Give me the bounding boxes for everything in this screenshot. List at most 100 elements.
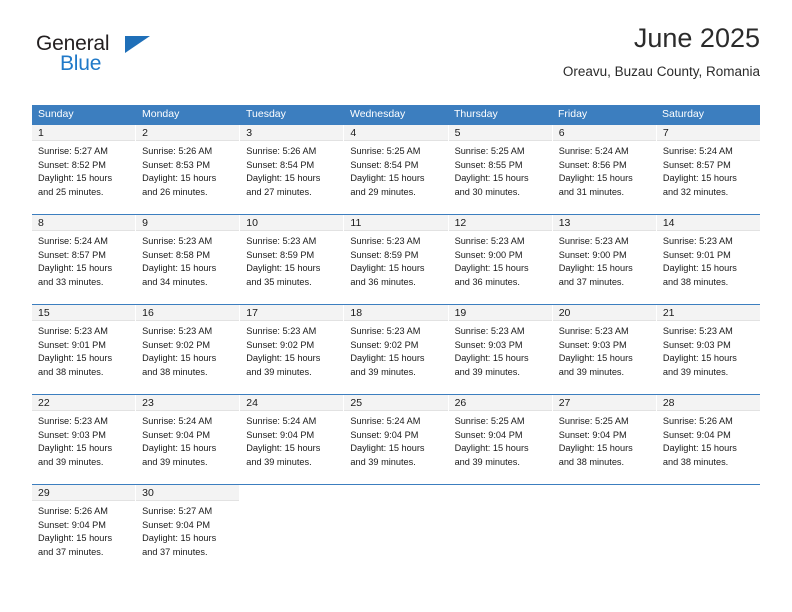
day-number: 9 — [136, 215, 240, 231]
day-number: 13 — [552, 215, 656, 231]
sunset-text: Sunset: 9:04 PM — [454, 429, 523, 440]
calendar-day-cell[interactable]: 2 Sunrise: 5:26 AM Sunset: 8:53 PM Daylight… — [136, 125, 241, 214]
calendar-day-cell[interactable]: 29 Sunrise: 5:26 AM Sunset: 9:04 PM Dayligh… — [32, 485, 137, 568]
daylight-text-line2: and 30 minutes. — [454, 186, 520, 197]
calendar-day-cell[interactable]: 5 Sunrise: 5:25 AM Sunset: 8:55 PM Daylight… — [448, 125, 553, 214]
calendar-week-row: 22 Sunrise: 5:23 AM Sunset: 9:03 PM Dayligh… — [32, 394, 760, 484]
daylight-text-line2: and 39 minutes. — [454, 456, 520, 467]
calendar-day-cell[interactable]: 3 Sunrise: 5:26 AM Sunset: 8:54 PM Daylight… — [240, 125, 345, 214]
day-number — [448, 485, 552, 501]
day-info: Sunrise: 5:25 AM Sunset: 9:04 PM Daylight:… — [449, 411, 552, 469]
sunset-text: Sunset: 9:03 PM — [558, 339, 627, 350]
weeks-container: 1 Sunrise: 5:27 AM Sunset: 8:52 PM Daylight… — [32, 124, 760, 568]
calendar-day-cell[interactable]: 6 Sunrise: 5:24 AM Sunset: 8:56 PM Daylight… — [552, 125, 657, 214]
calendar-day-cell[interactable]: 21 Sunrise: 5:23 AM Sunset: 9:03 PM Dayligh… — [656, 305, 760, 394]
calendar-day-cell-empty — [656, 485, 760, 568]
day-number: 3 — [240, 125, 344, 141]
daylight-text-line1: Daylight: 15 hours — [246, 443, 321, 454]
calendar-day-cell[interactable]: 19 Sunrise: 5:23 AM Sunset: 9:03 PM Dayligh… — [448, 305, 553, 394]
daylight-text-line2: and 39 minutes. — [142, 456, 208, 467]
daylight-text-line1: Daylight: 15 hours — [246, 353, 321, 364]
page-subtitle: Oreavu, Buzau County, Romania — [562, 63, 760, 79]
sunset-text: Sunset: 9:04 PM — [246, 429, 315, 440]
sunset-text: Sunset: 9:03 PM — [662, 339, 731, 350]
day-number: 26 — [448, 395, 552, 411]
day-number: 14 — [656, 215, 760, 231]
calendar-day-cell-empty — [552, 485, 657, 568]
daylight-text-line2: and 32 minutes. — [662, 186, 729, 197]
day-info: Sunrise: 5:23 AM Sunset: 9:02 PM Daylight:… — [240, 321, 343, 379]
sunrise-text: Sunrise: 5:24 AM — [38, 236, 108, 246]
sunset-text: Sunset: 8:54 PM — [350, 159, 419, 170]
calendar-day-cell[interactable]: 15 Sunrise: 5:23 AM Sunset: 9:01 PM Dayligh… — [32, 305, 137, 394]
calendar-day-cell[interactable]: 23 Sunrise: 5:24 AM Sunset: 9:04 PM Dayligh… — [136, 395, 241, 484]
daylight-text-line1: Daylight: 15 hours — [142, 353, 217, 364]
calendar-day-cell[interactable]: 11 Sunrise: 5:23 AM Sunset: 8:59 PM Dayligh… — [344, 215, 449, 304]
calendar-day-cell[interactable]: 16 Sunrise: 5:23 AM Sunset: 9:02 PM Dayligh… — [136, 305, 241, 394]
sunset-text: Sunset: 8:55 PM — [454, 159, 523, 170]
day-number: 5 — [448, 125, 552, 141]
generalblue-logo: General Blue — [32, 32, 232, 84]
calendar-day-cell[interactable]: 28 Sunrise: 5:26 AM Sunset: 9:04 PM Dayligh… — [656, 395, 760, 484]
sunset-text: Sunset: 9:01 PM — [662, 249, 731, 260]
calendar-day-cell[interactable]: 30 Sunrise: 5:27 AM Sunset: 9:04 PM Dayligh… — [136, 485, 241, 568]
weekday-friday: Friday — [558, 108, 588, 120]
sunset-text: Sunset: 9:04 PM — [142, 429, 211, 440]
day-number: 17 — [240, 305, 344, 321]
daylight-text-line2: and 35 minutes. — [246, 276, 312, 287]
daylight-text-line1: Daylight: 15 hours — [454, 263, 529, 274]
sunrise-text: Sunrise: 5:25 AM — [454, 146, 525, 156]
daylight-text-line2: and 37 minutes. — [142, 546, 208, 557]
calendar-day-cell[interactable]: 27 Sunrise: 5:25 AM Sunset: 9:04 PM Dayligh… — [552, 395, 657, 484]
daylight-text-line2: and 36 minutes. — [454, 276, 520, 287]
calendar-day-cell[interactable]: 25 Sunrise: 5:24 AM Sunset: 9:04 PM Dayligh… — [344, 395, 449, 484]
daylight-text-line1: Daylight: 15 hours — [558, 173, 633, 184]
day-number: 8 — [32, 215, 136, 231]
calendar-day-cell-empty — [240, 485, 345, 568]
calendar-day-cell[interactable]: 4 Sunrise: 5:25 AM Sunset: 8:54 PM Daylight… — [344, 125, 449, 214]
sunrise-text: Sunrise: 5:24 AM — [350, 416, 421, 426]
daylight-text-line1: Daylight: 15 hours — [142, 173, 217, 184]
daylight-text-line1: Daylight: 15 hours — [38, 443, 113, 454]
calendar-day-cell[interactable]: 18 Sunrise: 5:23 AM Sunset: 9:02 PM Dayligh… — [344, 305, 449, 394]
daylight-text-line2: and 39 minutes. — [38, 456, 104, 467]
calendar-week-row: 8 Sunrise: 5:24 AM Sunset: 8:57 PM Daylight… — [32, 214, 760, 304]
sunset-text: Sunset: 9:02 PM — [142, 339, 211, 350]
daylight-text-line1: Daylight: 15 hours — [38, 353, 113, 364]
daylight-text-line1: Daylight: 15 hours — [662, 443, 737, 454]
weekday-monday: Monday — [142, 108, 180, 120]
weekday-wednesday: Wednesday — [350, 108, 406, 120]
day-info: Sunrise: 5:25 AM Sunset: 8:54 PM Daylight:… — [344, 141, 447, 199]
daylight-text-line2: and 39 minutes. — [350, 366, 416, 377]
daylight-text-line2: and 39 minutes. — [246, 366, 312, 377]
calendar-day-cell[interactable]: 26 Sunrise: 5:25 AM Sunset: 9:04 PM Dayligh… — [448, 395, 553, 484]
day-info: Sunrise: 5:27 AM Sunset: 8:52 PM Daylight:… — [32, 141, 135, 199]
sunrise-text: Sunrise: 5:23 AM — [142, 326, 213, 336]
calendar-grid: Sunday Monday Tuesday Wednesday Thursday… — [32, 105, 760, 568]
day-number: 30 — [136, 485, 240, 501]
calendar-day-cell[interactable]: 17 Sunrise: 5:23 AM Sunset: 9:02 PM Dayligh… — [240, 305, 345, 394]
day-info: Sunrise: 5:24 AM Sunset: 8:57 PM Daylight:… — [32, 231, 135, 289]
calendar-day-cell[interactable]: 14 Sunrise: 5:23 AM Sunset: 9:01 PM Dayligh… — [656, 215, 760, 304]
daylight-text-line1: Daylight: 15 hours — [350, 353, 425, 364]
sunrise-text: Sunrise: 5:27 AM — [142, 506, 213, 516]
calendar-day-cell[interactable]: 20 Sunrise: 5:23 AM Sunset: 9:03 PM Dayligh… — [552, 305, 657, 394]
calendar-week-row: 1 Sunrise: 5:27 AM Sunset: 8:52 PM Daylight… — [32, 124, 760, 214]
day-number: 2 — [136, 125, 240, 141]
calendar-day-cell[interactable]: 24 Sunrise: 5:24 AM Sunset: 9:04 PM Dayligh… — [240, 395, 345, 484]
day-info: Sunrise: 5:26 AM Sunset: 8:54 PM Daylight:… — [240, 141, 343, 199]
calendar-day-cell[interactable]: 22 Sunrise: 5:23 AM Sunset: 9:03 PM Dayligh… — [32, 395, 137, 484]
calendar-day-cell[interactable]: 12 Sunrise: 5:23 AM Sunset: 9:00 PM Dayligh… — [448, 215, 553, 304]
calendar-day-cell[interactable]: 13 Sunrise: 5:23 AM Sunset: 9:00 PM Dayligh… — [552, 215, 657, 304]
daylight-text-line2: and 27 minutes. — [246, 186, 312, 197]
calendar-day-cell[interactable]: 7 Sunrise: 5:24 AM Sunset: 8:57 PM Daylight… — [656, 125, 760, 214]
daylight-text-line2: and 31 minutes. — [558, 186, 625, 197]
daylight-text-line1: Daylight: 15 hours — [142, 533, 217, 544]
sunset-text: Sunset: 9:03 PM — [38, 429, 106, 440]
daylight-text-line1: Daylight: 15 hours — [246, 263, 321, 274]
calendar-day-cell[interactable]: 1 Sunrise: 5:27 AM Sunset: 8:52 PM Daylight… — [32, 125, 137, 214]
calendar-day-cell[interactable]: 9 Sunrise: 5:23 AM Sunset: 8:58 PM Daylight… — [136, 215, 241, 304]
calendar-day-cell[interactable]: 8 Sunrise: 5:24 AM Sunset: 8:57 PM Daylight… — [32, 215, 137, 304]
daylight-text-line1: Daylight: 15 hours — [142, 263, 217, 274]
calendar-day-cell[interactable]: 10 Sunrise: 5:23 AM Sunset: 8:59 PM Dayligh… — [240, 215, 345, 304]
